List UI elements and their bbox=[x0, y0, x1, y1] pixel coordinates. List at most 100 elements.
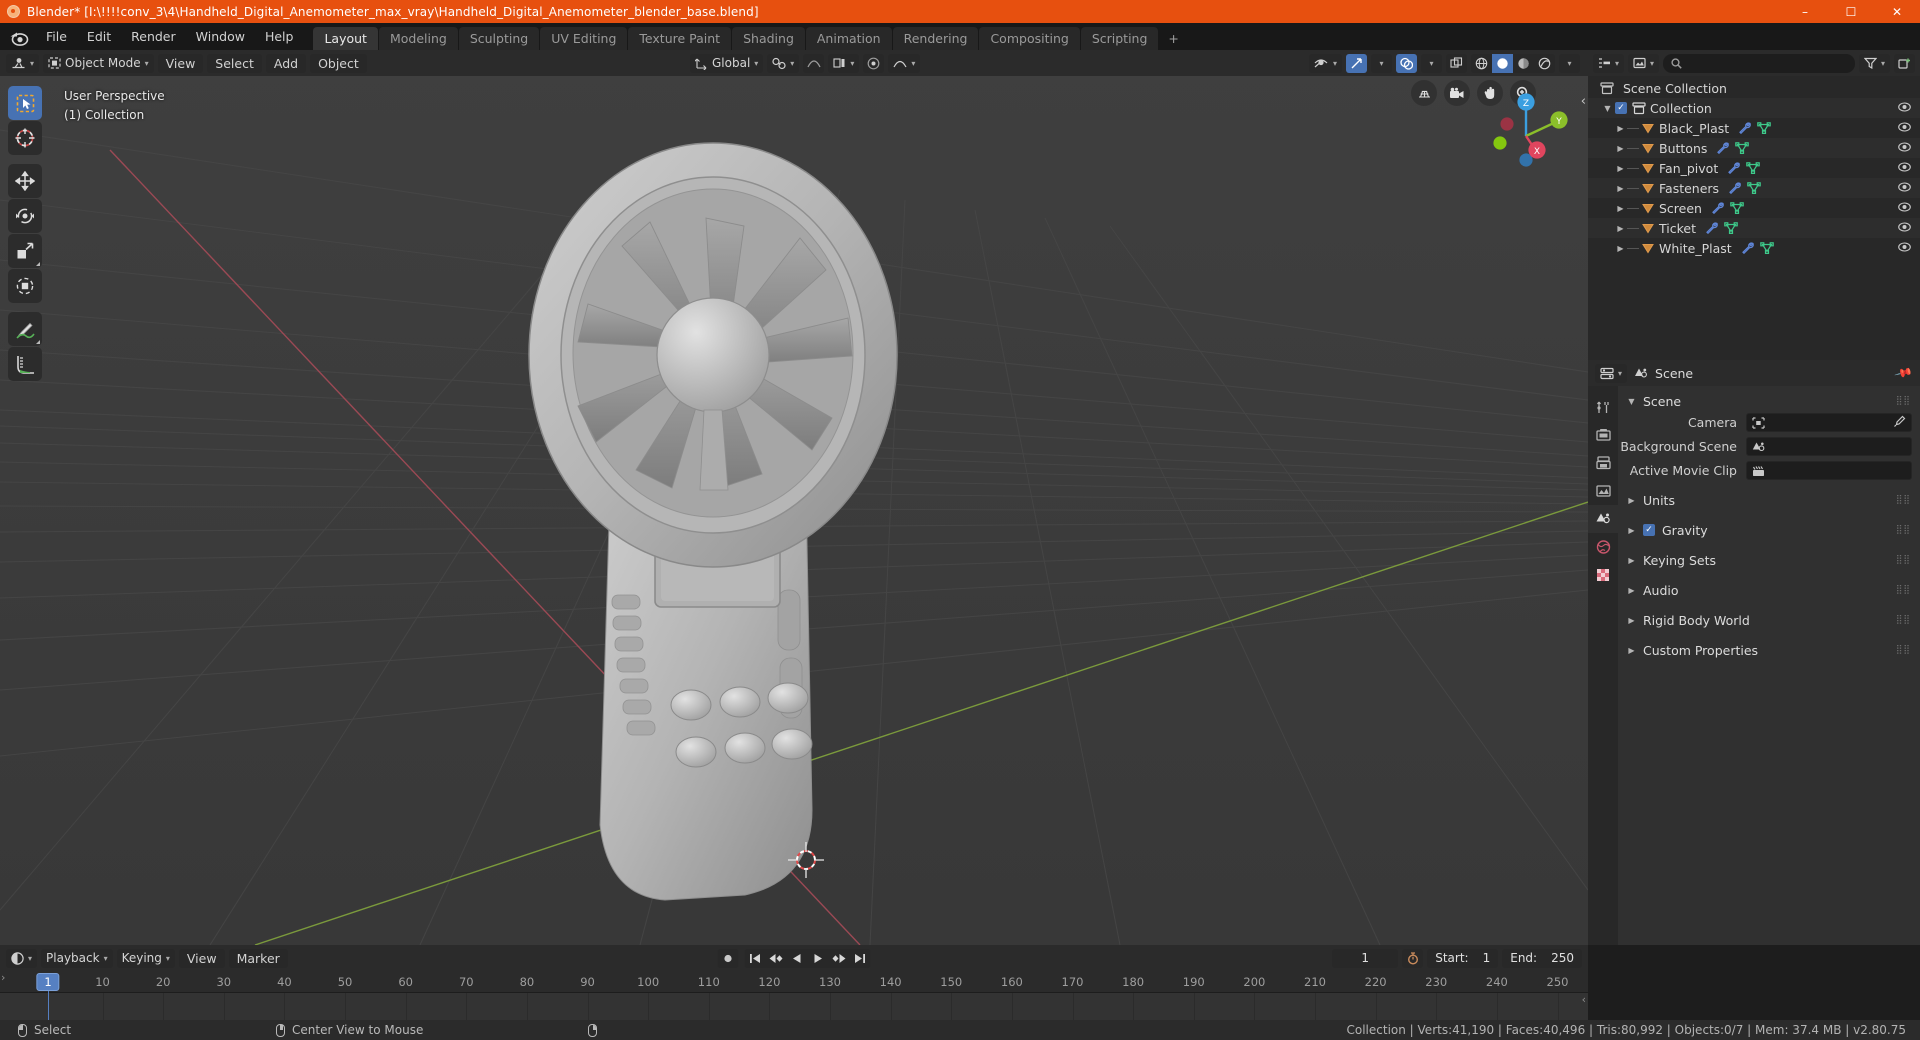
outliner-scene-collection-row[interactable]: Scene Collection bbox=[1588, 78, 1920, 98]
panel-header[interactable]: ▶ ✓ Gravity ⣿⣿ bbox=[1618, 519, 1920, 541]
tab-sculpting[interactable]: Sculpting bbox=[458, 27, 540, 50]
new-collection-button[interactable] bbox=[1894, 53, 1915, 73]
object-visibility-eye-icon[interactable] bbox=[1898, 181, 1911, 195]
timeline-menu-view[interactable]: View bbox=[178, 948, 225, 968]
object-visibility-eye-icon[interactable] bbox=[1898, 121, 1911, 135]
editor-type-selector[interactable]: ▾ bbox=[6, 53, 40, 73]
object-expand-arrow-icon[interactable]: ▶ bbox=[1616, 124, 1625, 133]
tool-measure[interactable] bbox=[8, 347, 42, 381]
play-reverse-button[interactable] bbox=[787, 949, 808, 968]
properties-editor[interactable]: ▾ Scene 📌 ▼ Scene ⣿⣿ Camera Background S… bbox=[1588, 360, 1920, 945]
object-expand-arrow-icon[interactable]: ▶ bbox=[1616, 164, 1625, 173]
timeline-menu-keying[interactable]: Keying ▾ bbox=[116, 948, 175, 968]
panel-header[interactable]: ▶ Units ⣿⣿ bbox=[1618, 489, 1920, 511]
menu-file[interactable]: File bbox=[36, 26, 77, 47]
outliner-collection-row[interactable]: ▼ ✓ Collection bbox=[1588, 98, 1920, 118]
collection-checkbox[interactable]: ✓ bbox=[1615, 102, 1627, 114]
tab-shading[interactable]: Shading bbox=[732, 27, 805, 50]
outliner-object-row[interactable]: ▶ Black_Plast bbox=[1588, 118, 1920, 138]
tool-move[interactable] bbox=[8, 164, 42, 198]
blender-logo-icon[interactable] bbox=[8, 27, 30, 47]
object-mode-selector[interactable]: Object Mode ▾ bbox=[43, 53, 154, 73]
anemometer-3d-model[interactable] bbox=[0, 50, 1588, 945]
camera-eyedropper-icon[interactable] bbox=[1893, 415, 1906, 431]
background-scene-field[interactable] bbox=[1746, 437, 1912, 456]
minimize-button[interactable]: – bbox=[1782, 0, 1828, 23]
tab-world[interactable] bbox=[1588, 533, 1618, 561]
proportional-falloff-selector[interactable]: ▾ bbox=[888, 53, 921, 73]
panel-expand-arrow-icon[interactable]: ▶ bbox=[1627, 496, 1636, 505]
tab-texture[interactable] bbox=[1588, 561, 1618, 589]
object-data-icons[interactable] bbox=[1738, 122, 1771, 134]
timeline-menu-marker[interactable]: Marker bbox=[228, 948, 288, 968]
overlays-chevron-down-icon[interactable]: ▾ bbox=[1421, 53, 1442, 73]
tool-transform[interactable] bbox=[8, 269, 42, 303]
overlays-toggle[interactable] bbox=[1396, 53, 1417, 73]
object-visibility-eye-icon[interactable] bbox=[1898, 161, 1911, 175]
object-visibility-eye-icon[interactable] bbox=[1898, 141, 1911, 155]
shading-wireframe-button[interactable] bbox=[1471, 54, 1492, 73]
jump-to-end-button[interactable] bbox=[850, 949, 871, 968]
menu-render[interactable]: Render bbox=[121, 26, 186, 47]
playhead-frame-badge[interactable]: 1 bbox=[36, 973, 60, 991]
tab-uv-editing[interactable]: UV Editing bbox=[540, 27, 628, 50]
object-expand-arrow-icon[interactable]: ▶ bbox=[1616, 224, 1625, 233]
object-expand-arrow-icon[interactable]: ▶ bbox=[1616, 204, 1625, 213]
viewport-menu-select[interactable]: Select bbox=[207, 53, 262, 73]
timeline-right-expand-icon[interactable]: ‹ bbox=[1582, 993, 1586, 1006]
panel-checkbox[interactable]: ✓ bbox=[1643, 524, 1655, 536]
collection-expand-arrow-icon[interactable]: ▼ bbox=[1603, 104, 1612, 113]
visibility-selector[interactable]: ▾ bbox=[1308, 53, 1342, 73]
timeline-track-area[interactable] bbox=[0, 993, 1588, 1020]
object-data-icons[interactable] bbox=[1716, 142, 1750, 154]
object-expand-arrow-icon[interactable]: ▶ bbox=[1616, 184, 1625, 193]
view-axis-gizmo[interactable]: Z Y X bbox=[1482, 90, 1570, 178]
tab-rendering[interactable]: Rendering bbox=[892, 27, 979, 50]
snap-target-selector[interactable]: ▾ bbox=[767, 53, 800, 73]
shading-rendered-button[interactable] bbox=[1534, 54, 1555, 73]
tool-tweak-select[interactable] bbox=[8, 86, 42, 120]
object-visibility-eye-icon[interactable] bbox=[1898, 221, 1911, 235]
viewport-menu-object[interactable]: Object bbox=[310, 53, 367, 73]
tab-scripting[interactable]: Scripting bbox=[1080, 27, 1159, 50]
active-movie-clip-field[interactable] bbox=[1746, 461, 1912, 480]
outliner-search-input[interactable] bbox=[1663, 53, 1855, 73]
grid-toggle-icon[interactable] bbox=[1411, 80, 1437, 106]
outliner-object-row[interactable]: ▶ Fan_pivot bbox=[1588, 158, 1920, 178]
3d-viewport[interactable]: ▾ Object Mode ▾ View Select Add Object G… bbox=[0, 50, 1588, 945]
object-visibility-eye-icon[interactable] bbox=[1898, 241, 1911, 255]
tool-scale[interactable] bbox=[8, 234, 42, 268]
object-visibility-eye-icon[interactable] bbox=[1898, 201, 1911, 215]
outliner-filter-button[interactable]: ▾ bbox=[1858, 53, 1890, 73]
snap-mode-box[interactable]: ▾ bbox=[828, 53, 860, 73]
use-preview-range-button[interactable] bbox=[1402, 948, 1424, 968]
viewport-menu-view[interactable]: View bbox=[157, 53, 204, 73]
auto-keying-button[interactable] bbox=[717, 948, 739, 968]
add-workspace-button[interactable]: + bbox=[1159, 27, 1187, 50]
outliner-object-row[interactable]: ▶ Buttons bbox=[1588, 138, 1920, 158]
close-button[interactable]: ✕ bbox=[1874, 0, 1920, 23]
tab-view-layer[interactable] bbox=[1588, 477, 1618, 505]
outliner-object-row[interactable]: ▶ White_Plast bbox=[1588, 238, 1920, 258]
xray-toggle[interactable] bbox=[1446, 53, 1467, 73]
tab-layout[interactable]: Layout bbox=[313, 27, 378, 50]
timeline-ruler[interactable]: 10 20 30 40 50 60 70 80 90 100 110 120 130 140 150 160 1… bbox=[0, 971, 1588, 993]
tab-scene[interactable] bbox=[1588, 505, 1618, 533]
tool-annotate[interactable] bbox=[8, 312, 42, 346]
outliner-editor-type-selector[interactable]: ▾ bbox=[1593, 53, 1625, 73]
properties-editor-type-selector[interactable]: ▾ bbox=[1595, 363, 1628, 383]
timeline-left-expand-icon[interactable]: › bbox=[1, 971, 5, 984]
menu-window[interactable]: Window bbox=[186, 26, 255, 47]
object-data-icons[interactable] bbox=[1727, 162, 1761, 174]
maximize-button[interactable]: ☐ bbox=[1828, 0, 1874, 23]
panel-header[interactable]: ▶ Audio ⣿⣿ bbox=[1618, 579, 1920, 601]
object-data-icons[interactable] bbox=[1741, 242, 1774, 254]
shading-solid-button[interactable] bbox=[1492, 53, 1513, 73]
previous-keyframe-button[interactable] bbox=[766, 949, 787, 968]
play-button[interactable] bbox=[808, 949, 829, 968]
panel-header[interactable]: ▶ Keying Sets ⣿⣿ bbox=[1618, 549, 1920, 571]
shading-chevron-down-icon[interactable]: ▾ bbox=[1559, 53, 1580, 73]
proportional-editing-toggle[interactable] bbox=[803, 53, 825, 73]
current-frame-field[interactable]: 1 bbox=[1332, 948, 1399, 968]
menu-edit[interactable]: Edit bbox=[77, 26, 121, 47]
